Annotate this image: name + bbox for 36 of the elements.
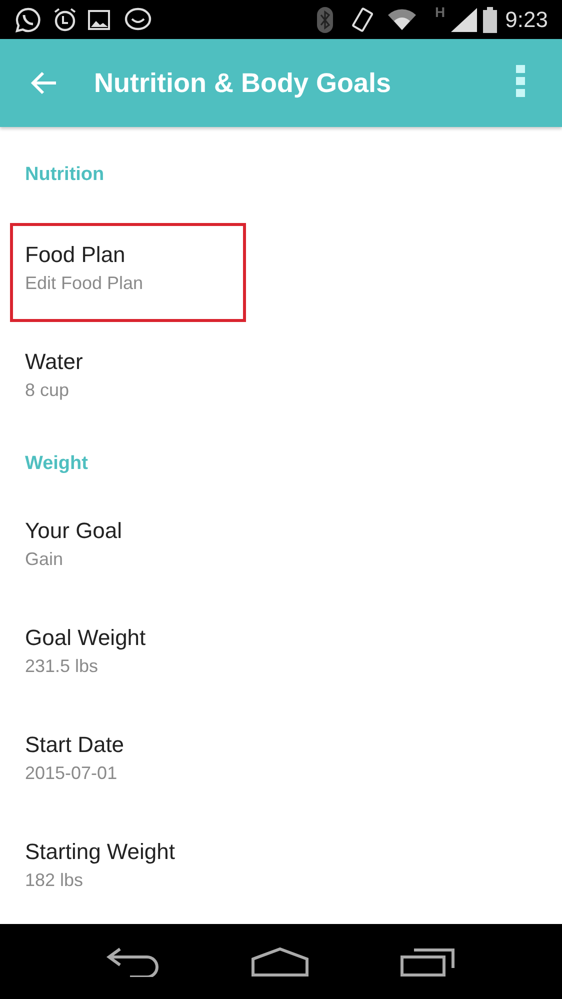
bluetooth-icon xyxy=(317,6,334,32)
alarm-clock-icon xyxy=(52,6,78,34)
chat-bubble-icon xyxy=(14,6,42,34)
section-header: Weight xyxy=(25,452,88,476)
signal-icon xyxy=(451,8,478,32)
battery-icon xyxy=(483,6,498,32)
item-subtitle: Edit Food Plan xyxy=(25,272,144,295)
item-subtitle: 8 cup xyxy=(25,379,70,402)
item-subtitle: Gain xyxy=(25,548,64,571)
wifi-icon xyxy=(387,8,418,30)
back-nav-icon[interactable] xyxy=(106,946,160,976)
setting-item[interactable]: Starting Weight 182 lbs xyxy=(10,820,246,919)
item-subtitle: 182 lbs xyxy=(25,869,84,892)
item-subtitle: 231.5 lbs xyxy=(25,655,100,678)
image-icon xyxy=(88,10,110,30)
item-title: Starting Weight xyxy=(25,838,176,866)
more-vertical-icon xyxy=(516,65,524,97)
item-title: Food Plan xyxy=(25,241,126,269)
highlighted-setting-item[interactable]: Food Plan Edit Food Plan xyxy=(10,223,246,322)
item-title: Water xyxy=(25,348,84,376)
item-title: Your Goal xyxy=(25,517,124,545)
clock-time: 9:23 xyxy=(505,6,548,34)
home-nav-icon[interactable] xyxy=(250,946,309,976)
setting-item[interactable]: Start Date 2015-07-01 xyxy=(10,713,246,812)
setting-item[interactable]: Your Goal Gain xyxy=(10,499,246,598)
section-header: Nutrition xyxy=(25,162,104,187)
item-subtitle: 2015-07-01 xyxy=(25,762,118,785)
item-title: Start Date xyxy=(25,731,126,759)
back-arrow-icon xyxy=(31,71,57,95)
setting-item[interactable]: Goal Weight 231.5 lbs xyxy=(10,606,246,705)
item-title: Goal Weight xyxy=(25,624,147,652)
speech-bubble-icon xyxy=(124,6,152,32)
setting-item[interactable]: Water 8 cup xyxy=(10,330,246,429)
recent-apps-icon[interactable] xyxy=(400,946,456,976)
screen-title: Nutrition & Body Goals xyxy=(94,66,392,100)
network-type-indicator: H xyxy=(435,3,446,22)
